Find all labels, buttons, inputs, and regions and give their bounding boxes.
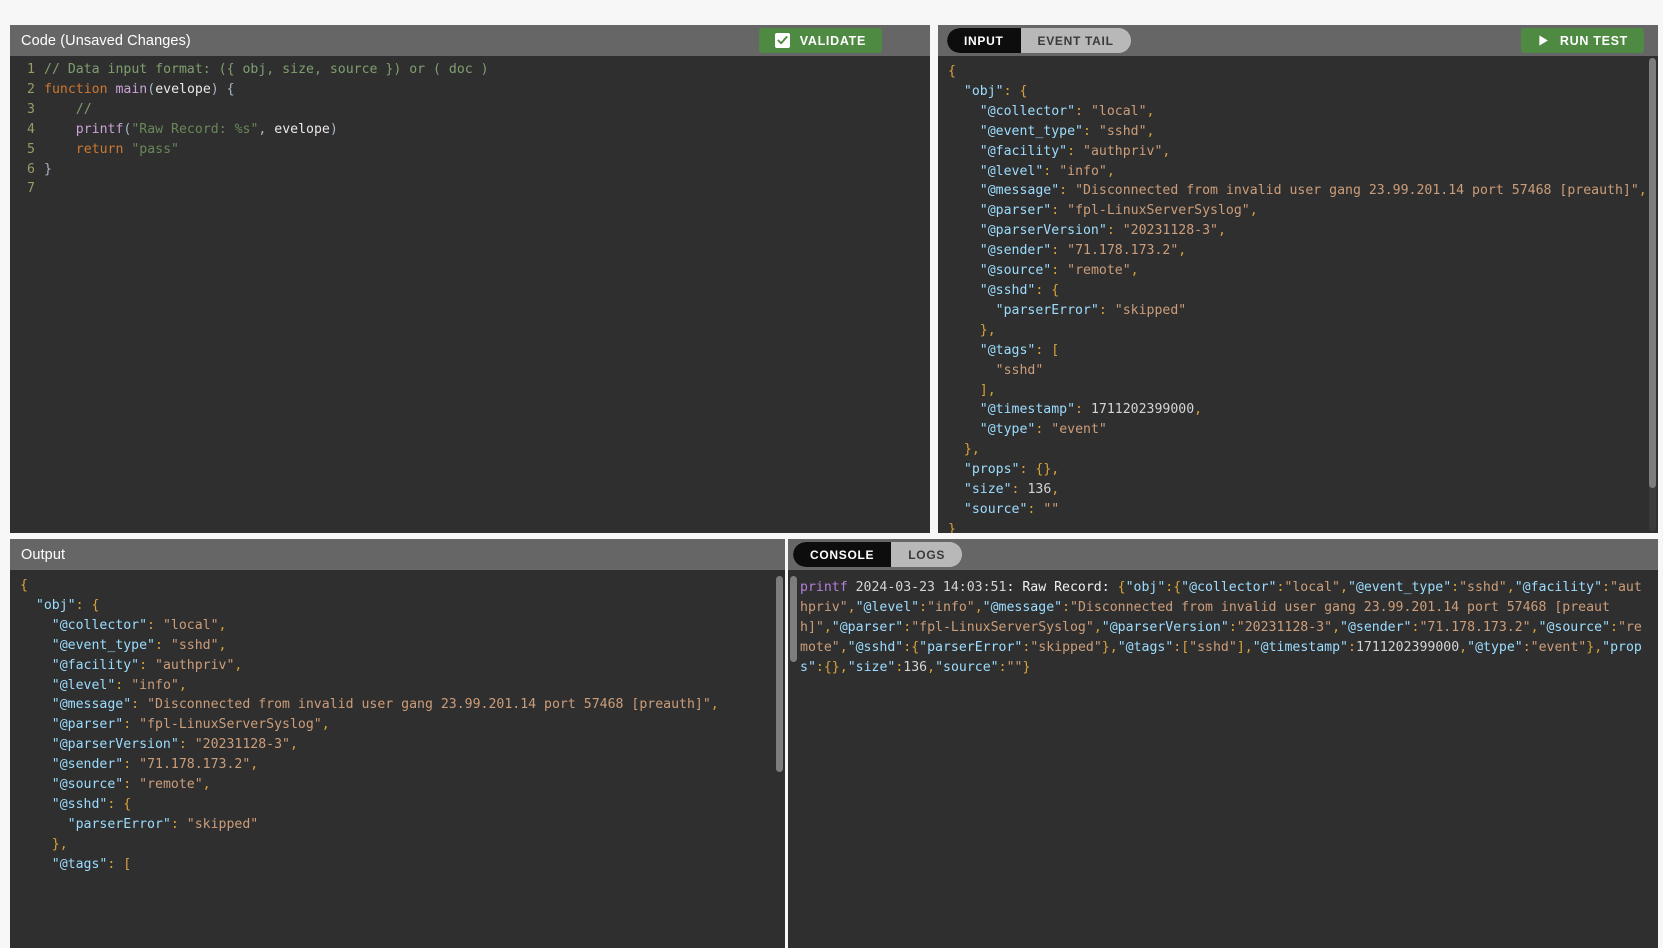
input-json-viewer[interactable]: { "obj": { "@collector": "local", "@even… (938, 56, 1658, 533)
tab-console[interactable]: CONSOLE (793, 542, 892, 567)
input-panel: INPUT EVENT TAIL RUN TEST { "obj": { "@co… (938, 25, 1658, 533)
code-line-number: 4 (27, 121, 35, 137)
run-test-button-label: RUN TEST (1559, 33, 1628, 48)
code-line-text: return "pass" (75, 141, 179, 157)
console-panel-tabs[interactable]: CONSOLE LOGS (793, 542, 963, 567)
output-panel-body: { "obj": { "@collector": "local", "@even… (10, 570, 785, 948)
tab-logs[interactable]: LOGS (891, 542, 963, 567)
output-panel-header: Output (10, 539, 785, 570)
code-line-number: 1 (27, 62, 35, 77)
code-line: 5 return "pass" (10, 140, 930, 160)
right-spacer (1658, 0, 1663, 948)
console-log-output[interactable]: printf 2024-03-23 14:03:51: Raw Record: … (788, 570, 1658, 948)
output-json-viewer[interactable]: { "obj": { "@collector": "local", "@even… (10, 570, 785, 948)
code-line-text: // Data input format: ({ obj, size, sour… (44, 62, 489, 77)
output-panel-title: Output (21, 546, 66, 563)
console-panel: CONSOLE LOGS printf 2024-03-23 14:03:51: … (788, 539, 1658, 948)
left-spacer (0, 0, 10, 948)
code-line-number: 6 (27, 161, 35, 177)
validate-button[interactable]: VALIDATE (758, 28, 882, 53)
code-line-number: 7 (27, 181, 35, 197)
code-line: 7 (10, 179, 930, 199)
code-line-text: // (44, 101, 92, 117)
output-panel: Output { "obj": { "@collector": "local",… (10, 539, 785, 948)
code-line: 1 // Data input format: ({ obj, size, sou… (10, 60, 930, 80)
code-panel-header: Code (Unsaved Changes) VALIDATE (10, 25, 930, 56)
code-line-text: printf("Raw Record: %s", evelope) (75, 121, 338, 137)
code-line-text: } (44, 161, 52, 177)
run-test-button[interactable]: RUN TEST (1520, 28, 1644, 53)
tab-input[interactable]: INPUT (947, 28, 1021, 53)
input-panel-header: INPUT EVENT TAIL RUN TEST (938, 25, 1658, 56)
code-line-number: 5 (27, 141, 35, 157)
input-scrollbar-thumb[interactable] (1649, 58, 1656, 488)
code-editor[interactable]: 1 // Data input format: ({ obj, size, sou… (10, 56, 930, 533)
code-line-number: 3 (27, 101, 35, 117)
code-line: 4 printf("Raw Record: %s", evelope) (10, 120, 930, 140)
input-panel-body: { "obj": { "@collector": "local", "@even… (938, 56, 1658, 533)
console-panel-header: CONSOLE LOGS (788, 539, 1658, 570)
code-panel: Code (Unsaved Changes) VALIDATE 1 // Data… (10, 25, 930, 533)
top-spacer (0, 0, 1663, 6)
output-scrollbar-thumb[interactable] (776, 576, 783, 772)
tab-event-tail[interactable]: EVENT TAIL (1020, 28, 1131, 53)
code-editor-workspace: Code (Unsaved Changes) VALIDATE 1 // Data… (0, 0, 1663, 948)
code-panel-body: 1 // Data input format: ({ obj, size, sou… (10, 56, 930, 533)
checkbox-checked-icon (774, 33, 790, 48)
console-panel-body: printf 2024-03-23 14:03:51: Raw Record: … (788, 570, 1658, 948)
validate-button-label: VALIDATE (799, 33, 866, 48)
code-line: 6} (10, 160, 930, 180)
console-command: printf (800, 580, 848, 595)
code-line: 3 // (10, 100, 930, 120)
code-line: 2 function main(evelope) { (10, 80, 930, 100)
code-panel-title: Code (Unsaved Changes) (21, 32, 191, 49)
code-line-text: function main(evelope) { (44, 81, 235, 97)
console-scrollbar-thumb[interactable] (790, 576, 797, 662)
play-icon (1537, 34, 1550, 47)
input-panel-tabs[interactable]: INPUT EVENT TAIL (947, 28, 1131, 53)
code-line-number: 2 (27, 81, 35, 97)
